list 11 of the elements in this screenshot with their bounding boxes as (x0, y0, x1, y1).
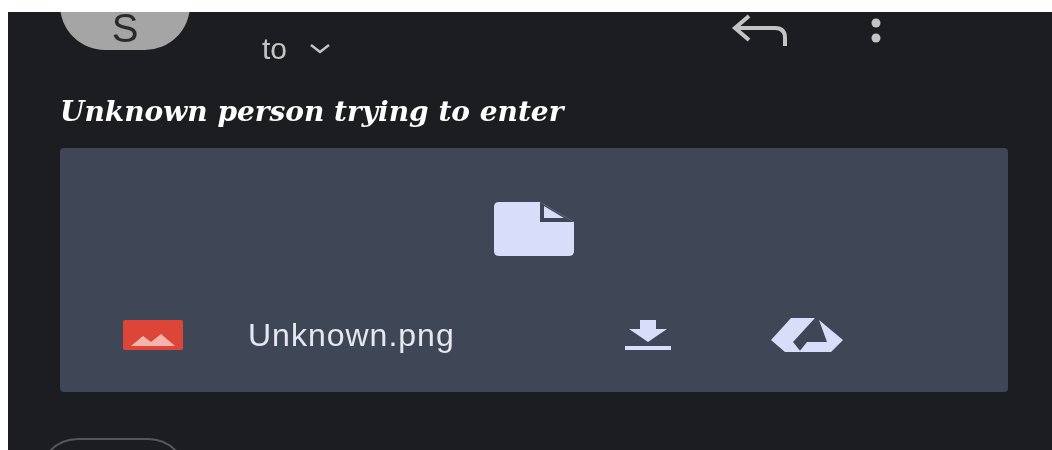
email-subject: Unknown person trying to enter (60, 98, 566, 126)
file-icon (494, 202, 574, 256)
avatar: S (60, 12, 190, 50)
attachment-card[interactable]: Unknown.png (60, 148, 1008, 392)
reply-icon[interactable] (731, 14, 790, 48)
file-name: Unknown.png (248, 319, 455, 351)
download-icon[interactable] (624, 320, 671, 350)
image-icon (123, 320, 183, 350)
chevron-down-icon[interactable] (309, 43, 332, 55)
drive-icon[interactable] (770, 318, 843, 352)
recipient-label: to (262, 34, 288, 64)
